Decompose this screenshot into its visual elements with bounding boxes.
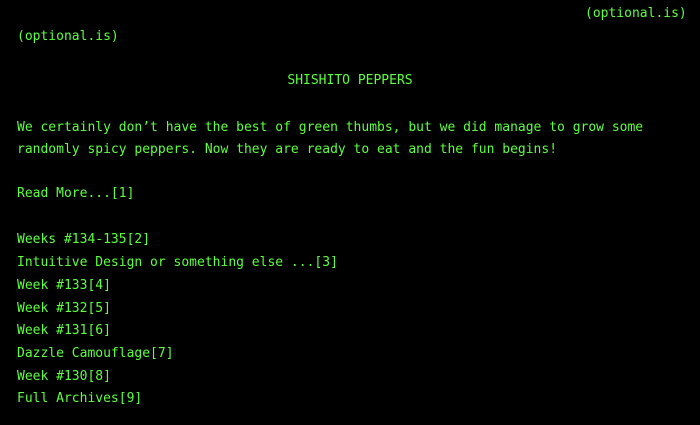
article-title: SHISHITO PEPPERS	[287, 73, 413, 88]
link-dazzle-camouflage[interactable]: Dazzle Camouflage[7]	[17, 346, 174, 362]
link-week-130[interactable]: Week #130[8]	[17, 369, 111, 385]
read-more-link[interactable]: Read More...[1]	[17, 186, 134, 202]
link-intuitive-design[interactable]: Intuitive Design or something else ...[3…	[17, 255, 338, 271]
link-week-131[interactable]: Week #131[6]	[17, 323, 111, 339]
article-paragraph-line-2: randomly spicy peppers. Now they are rea…	[17, 142, 558, 157]
site-link-top-left[interactable]: (optional.is)	[17, 29, 119, 45]
link-week-132[interactable]: Week #132[5]	[17, 301, 111, 317]
link-week-133[interactable]: Week #133[4]	[17, 278, 111, 294]
link-weeks-134-135[interactable]: Weeks #134-135[2]	[17, 232, 150, 248]
article-paragraph-line-1: We certainly don’t have the best of gree…	[17, 120, 644, 135]
link-full-archives[interactable]: Full Archives[9]	[17, 391, 142, 407]
site-link-top-right[interactable]: (optional.is)	[585, 6, 687, 22]
